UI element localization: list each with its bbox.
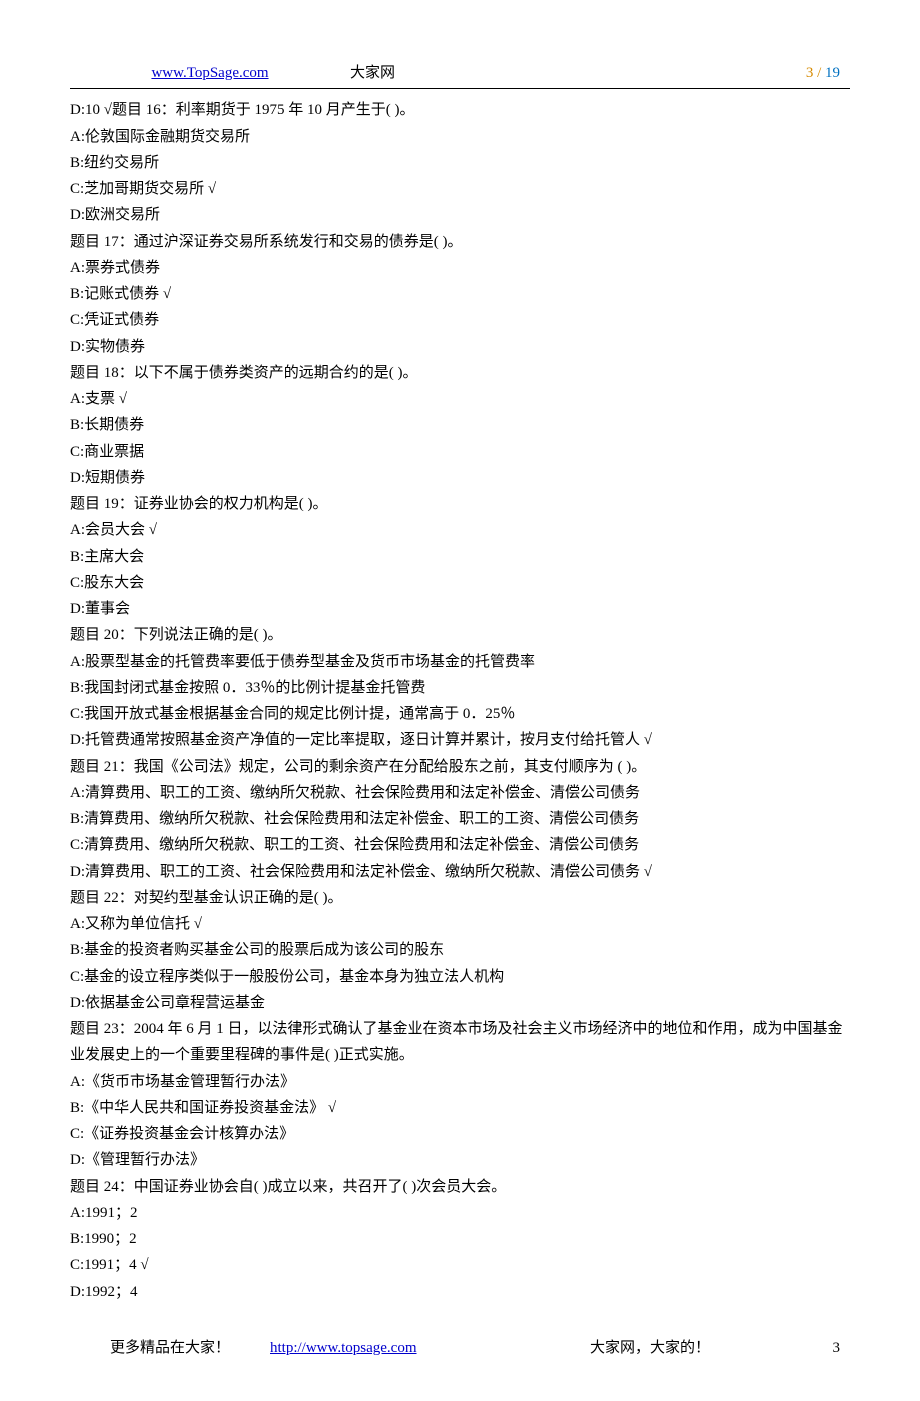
content-line: B:1990；2 — [70, 1226, 850, 1252]
content-line: 题目 18：以下不属于债券类资产的远期合约的是( )。 — [70, 360, 850, 386]
content-line: B:我国封闭式基金按照 0．33％的比例计提基金托管费 — [70, 675, 850, 701]
header-url-wrap: www.TopSage.com — [70, 60, 350, 86]
content-line: B:记账式债券 √ — [70, 281, 850, 307]
content-line: C:凭证式债券 — [70, 307, 850, 333]
content-line: 题目 20：下列说法正确的是( )。 — [70, 622, 850, 648]
content-line: B:长期债券 — [70, 412, 850, 438]
content-line: A:《货币市场基金管理暂行办法》 — [70, 1069, 850, 1095]
content-line: C:芝加哥期货交易所 √ — [70, 176, 850, 202]
content-line: 题目 17：通过沪深证券交易所系统发行和交易的债券是( )。 — [70, 229, 850, 255]
content-line: C:股东大会 — [70, 570, 850, 596]
footer-right-text: 大家网，大家的！ — [530, 1335, 730, 1361]
footer-url-wrap: http://www.topsage.com — [270, 1335, 530, 1361]
footer-left-text: 更多精品在大家！ — [70, 1335, 270, 1361]
content-line: C:清算费用、缴纳所欠税款、职工的工资、社会保险费用和法定补偿金、清偿公司债务 — [70, 832, 850, 858]
content-line: C:基金的设立程序类似于一般股份公司，基金本身为独立法人机构 — [70, 964, 850, 990]
content-line: A:又称为单位信托 √ — [70, 911, 850, 937]
page-sep: / — [813, 65, 825, 81]
header-site-name: 大家网 — [350, 60, 770, 86]
content-line: C:《证券投资基金会计核算办法》 — [70, 1121, 850, 1147]
content-line: A:1991；2 — [70, 1200, 850, 1226]
content-line: 题目 19：证券业协会的权力机构是( )。 — [70, 491, 850, 517]
content-line: A:会员大会 √ — [70, 517, 850, 543]
content-line: C:我国开放式基金根据基金合同的规定比例计提，通常高于 0．25％ — [70, 701, 850, 727]
content-line: D:实物债券 — [70, 334, 850, 360]
page-footer: 更多精品在大家！ http://www.topsage.com 大家网，大家的！… — [70, 1335, 850, 1361]
content-line: B:纽约交易所 — [70, 150, 850, 176]
page-header: www.TopSage.com 大家网 3 / 19 — [70, 60, 850, 89]
content-line: B:主席大会 — [70, 544, 850, 570]
content-line: 题目 22：对契约型基金认识正确的是( )。 — [70, 885, 850, 911]
header-page-indicator: 3 / 19 — [770, 60, 850, 86]
content-line: D:《管理暂行办法》 — [70, 1147, 850, 1173]
content-line: A:伦敦国际金融期货交易所 — [70, 124, 850, 150]
page-total: 19 — [825, 65, 840, 81]
content-line: 题目 21：我国《公司法》规定，公司的剩余资产在分配给股东之前，其支付顺序为 (… — [70, 754, 850, 780]
footer-page-number: 3 — [730, 1335, 850, 1361]
document-content: D:10 √题目 16：利率期货于 1975 年 10 月产生于( )。 A:伦… — [70, 97, 850, 1305]
content-line: 题目 23：2004 年 6 月 1 日，以法律形式确认了基金业在资本市场及社会… — [70, 1016, 850, 1069]
content-line: C:商业票据 — [70, 439, 850, 465]
content-line: A:票券式债券 — [70, 255, 850, 281]
content-line: D:托管费通常按照基金资产净值的一定比率提取，逐日计算并累计，按月支付给托管人 … — [70, 727, 850, 753]
content-line: B:基金的投资者购买基金公司的股票后成为该公司的股东 — [70, 937, 850, 963]
footer-url-link[interactable]: http://www.topsage.com — [270, 1340, 417, 1356]
content-line: B:清算费用、缴纳所欠税款、社会保险费用和法定补偿金、职工的工资、清偿公司债务 — [70, 806, 850, 832]
content-line: D:短期债券 — [70, 465, 850, 491]
content-line: D:欧洲交易所 — [70, 202, 850, 228]
content-line: A:清算费用、职工的工资、缴纳所欠税款、社会保险费用和法定补偿金、清偿公司债务 — [70, 780, 850, 806]
content-line: D:10 √题目 16：利率期货于 1975 年 10 月产生于( )。 — [70, 97, 850, 123]
content-line: D:清算费用、职工的工资、社会保险费用和法定补偿金、缴纳所欠税款、清偿公司债务 … — [70, 859, 850, 885]
content-line: A:支票 √ — [70, 386, 850, 412]
content-line: B:《中华人民共和国证券投资基金法》 √ — [70, 1095, 850, 1121]
content-line: C:1991；4 √ — [70, 1252, 850, 1278]
header-url-link[interactable]: www.TopSage.com — [151, 65, 268, 81]
content-line: 题目 24：中国证券业协会自( )成立以来，共召开了( )次会员大会。 — [70, 1174, 850, 1200]
content-line: D:依据基金公司章程营运基金 — [70, 990, 850, 1016]
content-line: D:董事会 — [70, 596, 850, 622]
content-line: D:1992；4 — [70, 1279, 850, 1305]
content-line: A:股票型基金的托管费率要低于债券型基金及货币市场基金的托管费率 — [70, 649, 850, 675]
